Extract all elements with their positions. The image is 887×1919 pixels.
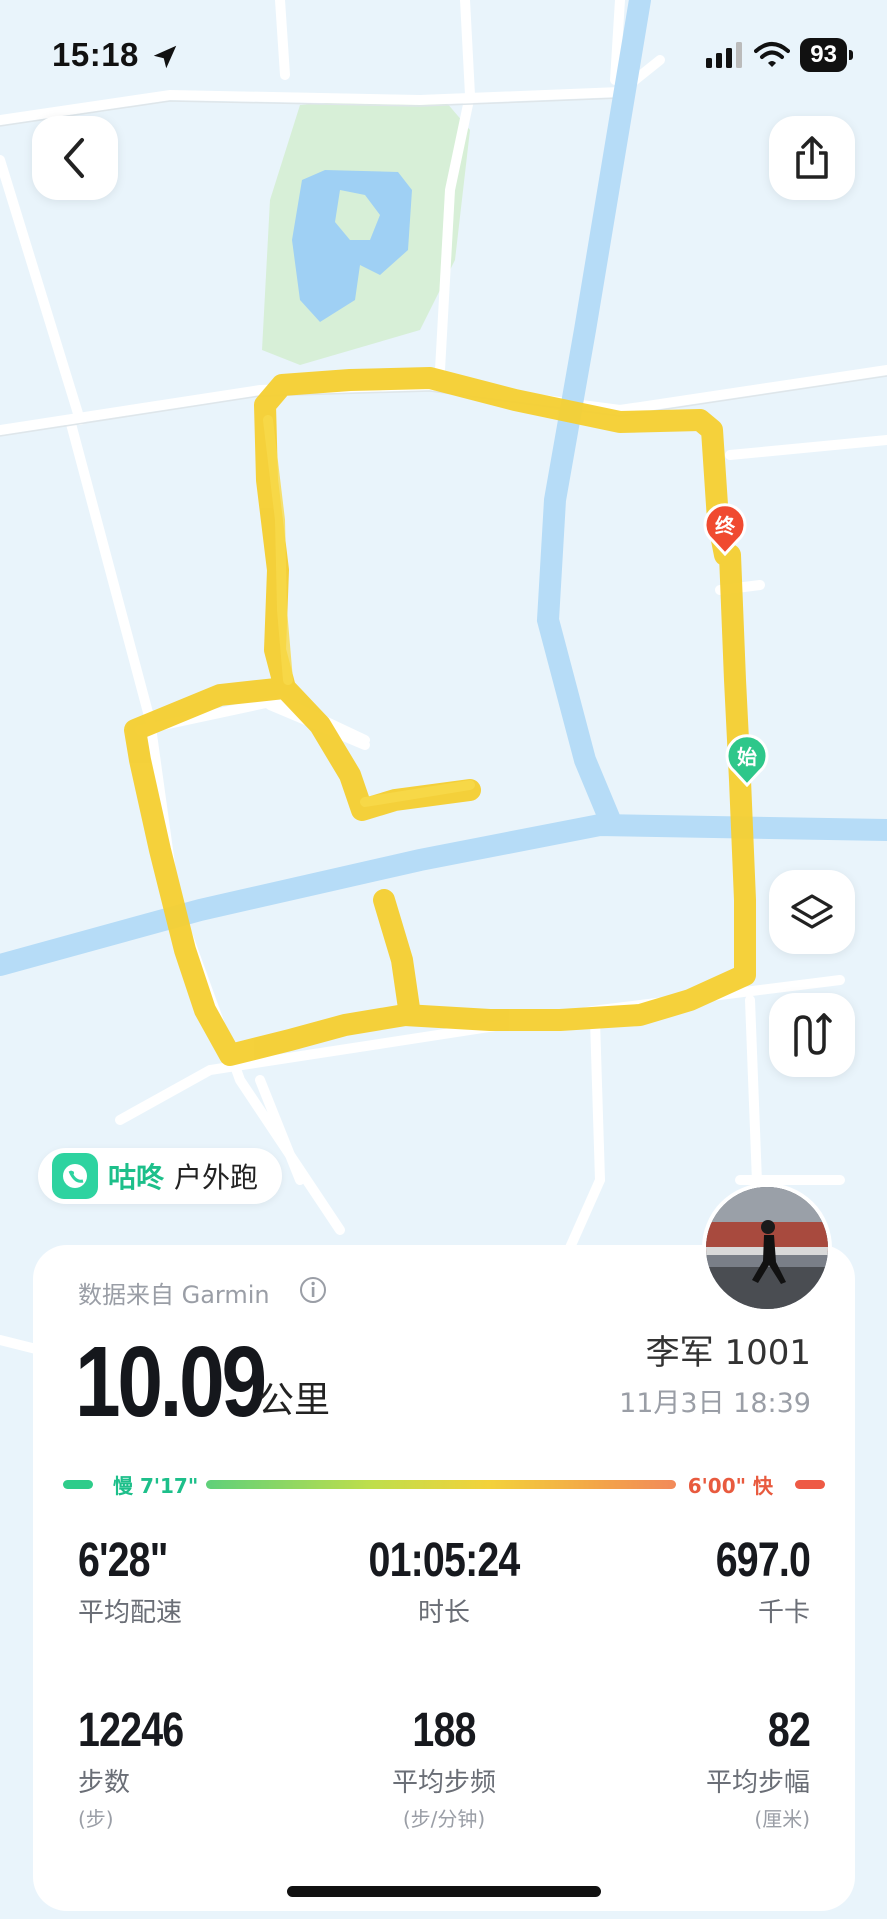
app-name: 咕咚 — [108, 1161, 165, 1194]
activity-summary-card: 数据来自 Garmin 10.09 公里 李军 1001 11月3日 18:39… — [33, 1245, 855, 1911]
slow-pace-swatch — [63, 1480, 93, 1489]
stat-avg-pace: 6'28" 平均配速 — [78, 1533, 187, 1629]
status-time: 15:18 — [52, 36, 139, 73]
home-indicator[interactable] — [287, 1886, 601, 1897]
stat-label: 千卡 — [757, 1598, 810, 1628]
stat-steps: 12246 步数 (步) — [78, 1703, 206, 1832]
stat-value: 82 — [767, 1704, 811, 1757]
map-layers-button[interactable] — [769, 870, 855, 954]
pace-gradient-bar — [206, 1480, 676, 1489]
route-playback-button[interactable] — [769, 993, 855, 1077]
stat-label: 平均配速 — [78, 1598, 183, 1628]
stat-value: 188 — [412, 1704, 476, 1757]
battery-indicator: 93 — [800, 38, 853, 72]
layers-icon — [791, 894, 833, 929]
slow-pace-label: 慢 7'17" — [113, 1474, 199, 1498]
stat-label: 平均步幅 — [705, 1768, 810, 1798]
stat-stride: 82 平均步幅 (厘米) — [705, 1703, 811, 1832]
stat-label: 时长 — [417, 1598, 470, 1628]
cellular-signal-icon — [706, 42, 743, 68]
distance-unit: 公里 — [258, 1380, 331, 1421]
stat-value: 6'28" — [78, 1534, 168, 1587]
route-icon — [794, 1013, 832, 1057]
stat-value: 12246 — [78, 1704, 184, 1757]
sport-type: 户外跑 — [174, 1161, 259, 1194]
stat-duration: 01:05:24 时长 — [294, 1533, 594, 1629]
location-arrow-icon — [153, 45, 177, 69]
back-button[interactable] — [32, 116, 118, 200]
distance-value: 10.09 — [75, 1326, 267, 1438]
status-indicators: 93 — [706, 38, 853, 72]
fast-pace-label: 6'00" 快 — [687, 1474, 773, 1498]
stat-label: 平均步频 — [391, 1768, 496, 1798]
info-icon[interactable] — [298, 1275, 328, 1305]
stat-unit: (厘米) — [754, 1807, 810, 1831]
pace-legend: 慢 7'17" 6'00" 快 — [63, 1465, 825, 1505]
share-button[interactable] — [769, 116, 855, 200]
wifi-icon — [754, 42, 791, 67]
app-source-chip: 咕咚 户外跑 — [38, 1148, 283, 1204]
stat-value: 697.0 — [715, 1534, 811, 1587]
stat-unit: (步/分钟) — [402, 1807, 486, 1831]
stat-label: 步数 — [78, 1768, 131, 1798]
end-marker[interactable]: 终 — [702, 502, 748, 557]
end-marker-label: 终 — [715, 514, 735, 538]
avatar[interactable] — [702, 1183, 832, 1313]
codoon-logo-icon — [52, 1153, 98, 1199]
stat-unit: (步) — [78, 1807, 114, 1831]
fast-pace-swatch — [795, 1480, 825, 1489]
stat-cadence: 188 平均步频 (步/分钟) — [294, 1703, 594, 1832]
runner-photo-icon — [706, 1187, 828, 1309]
user-name[interactable]: 李军 1001 — [646, 1325, 811, 1374]
chevron-left-icon — [64, 138, 84, 178]
start-marker-label: 始 — [737, 745, 757, 769]
data-source-text: 数据来自 Garmin — [78, 1281, 270, 1309]
share-icon — [796, 136, 828, 179]
stat-calories: 697.0 千卡 — [695, 1533, 811, 1629]
stat-value: 01:05:24 — [368, 1534, 520, 1587]
start-marker[interactable]: 始 — [724, 733, 770, 788]
activity-datetime: 11月3日 18:39 — [619, 1388, 811, 1419]
